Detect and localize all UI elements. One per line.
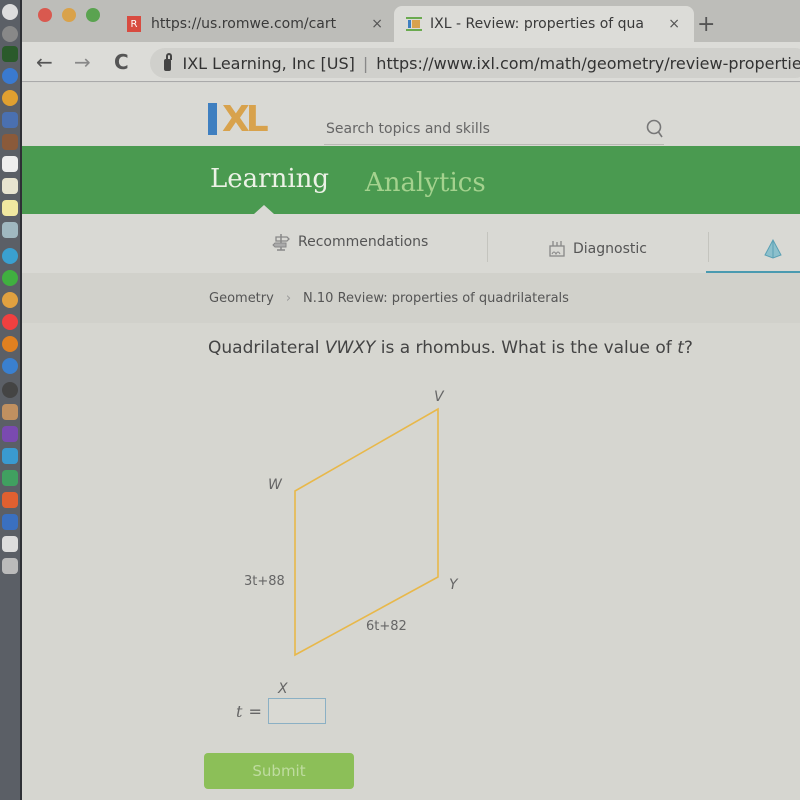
dock-app-icon[interactable] [2, 492, 18, 508]
main-nav-bar: Learning Analytics [22, 146, 800, 214]
breadcrumb-skill: N.10 Review: properties of quadrilateral… [303, 290, 569, 306]
rhombus-figure: V W X Y 3t+88 6t+82 [244, 389, 459, 697]
answer-row: t = [236, 698, 326, 724]
messages-icon[interactable] [2, 248, 18, 264]
tab-romwe-cart[interactable]: R https://us.romwe.com/cart × [127, 6, 397, 42]
dock-app-icon[interactable] [2, 178, 18, 194]
forward-button[interactable]: → [74, 50, 91, 74]
breadcrumb: Geometry › N.10 Review: properties of qu… [22, 273, 800, 323]
diagnostic-icon [549, 241, 565, 257]
answer-variable: t [236, 701, 243, 721]
safari-icon[interactable] [2, 68, 18, 84]
dock-app-icon[interactable] [2, 222, 18, 238]
submit-button[interactable]: Submit [204, 753, 354, 789]
subnav-divider [487, 232, 488, 262]
subnav-diagnostic[interactable]: Diagnostic [547, 239, 647, 259]
macos-dock [0, 0, 22, 800]
tab-strip: R https://us.romwe.com/cart × IXL - Revi… [22, 0, 800, 42]
facetime-icon[interactable] [2, 270, 18, 286]
ixl-favicon-icon [406, 17, 422, 31]
search-icon[interactable] [646, 119, 664, 139]
music-icon[interactable] [2, 314, 18, 330]
close-tab-icon[interactable]: × [371, 16, 383, 32]
dock-app-icon[interactable] [2, 404, 18, 420]
page-content: XL Learning Analytics [22, 83, 800, 800]
address-separator: | [362, 53, 369, 73]
photos-icon[interactable] [2, 292, 18, 308]
logo-i-bar [208, 103, 217, 135]
dock-app-icon[interactable] [2, 46, 18, 62]
dock-app-icon[interactable] [2, 448, 18, 464]
vertex-label-x: X [277, 681, 288, 697]
romwe-favicon-icon: R [127, 16, 141, 32]
tab-title: IXL - Review: properties of qua [430, 16, 644, 32]
logo-xl-text: XL [222, 99, 269, 140]
side-label-wx: 3t+88 [244, 574, 285, 589]
subnav-label: Recommendations [298, 234, 429, 250]
dock-app-icon[interactable] [2, 426, 18, 442]
dock-app-icon[interactable] [2, 26, 18, 42]
dock-app-icon[interactable] [2, 470, 18, 486]
vertex-label-y: Y [449, 577, 459, 593]
signpost-icon [272, 234, 290, 251]
tab-analytics[interactable]: Analytics [365, 168, 486, 198]
sub-nav: Recommendations Diagnostic [22, 214, 800, 278]
dock-app-icon[interactable] [2, 4, 18, 20]
problem-area: Quadrilateral VWXY is a rhombus. What is… [22, 323, 800, 800]
search-input[interactable] [324, 120, 614, 137]
minimize-window-button[interactable] [62, 8, 76, 22]
notes-icon[interactable] [2, 200, 18, 216]
tab-learning[interactable]: Learning [210, 164, 329, 194]
subnav-divider [708, 232, 709, 262]
browser-toolbar: ← → C IXL Learning, Inc [US] | https://w… [22, 42, 800, 82]
dock-app-icon[interactable] [2, 536, 18, 552]
dock-app-icon[interactable] [2, 134, 18, 150]
pyramid-icon[interactable] [762, 238, 784, 260]
equals-sign: = [248, 701, 262, 721]
close-window-button[interactable] [38, 8, 52, 22]
search-box [324, 113, 664, 145]
reload-button[interactable]: C [114, 50, 129, 74]
lock-icon [164, 53, 172, 71]
chrome-icon[interactable] [2, 90, 18, 106]
side-label-xy: 6t+82 [366, 619, 407, 634]
breadcrumb-subject[interactable]: Geometry [209, 291, 274, 306]
dock-app-icon[interactable] [2, 382, 18, 398]
ixl-logo[interactable]: XL [208, 99, 303, 140]
books-icon[interactable] [2, 336, 18, 352]
new-tab-button[interactable]: + [697, 12, 715, 37]
ixl-header: XL [22, 83, 800, 145]
subnav-recommendations[interactable]: Recommendations [272, 232, 428, 252]
address-bar[interactable]: IXL Learning, Inc [US] | https://www.ixl… [150, 48, 800, 78]
dock-app-icon[interactable] [2, 514, 18, 530]
vertex-label-v: V [434, 389, 445, 405]
site-identity: IXL Learning, Inc [US] [182, 53, 355, 73]
calendar-icon[interactable] [2, 156, 18, 172]
back-button[interactable]: ← [36, 50, 53, 74]
dock-app-icon[interactable] [2, 558, 18, 574]
active-tab-pointer [254, 205, 274, 214]
browser-window: R https://us.romwe.com/cart × IXL - Revi… [22, 0, 800, 800]
answer-input[interactable] [267, 698, 326, 724]
close-tab-icon[interactable]: × [668, 16, 680, 32]
chevron-right-icon: › [285, 290, 292, 306]
app-store-icon[interactable] [2, 358, 18, 374]
url-text[interactable]: https://www.ixl.com/math/geometry/review… [376, 54, 800, 73]
maximize-window-button[interactable] [86, 8, 100, 22]
tab-title: https://us.romwe.com/cart [151, 16, 337, 32]
tab-ixl-review[interactable]: IXL - Review: properties of qua × [394, 6, 694, 42]
vertex-label-w: W [268, 477, 283, 493]
subnav-label: Diagnostic [573, 241, 647, 257]
dock-app-icon[interactable] [2, 112, 18, 128]
